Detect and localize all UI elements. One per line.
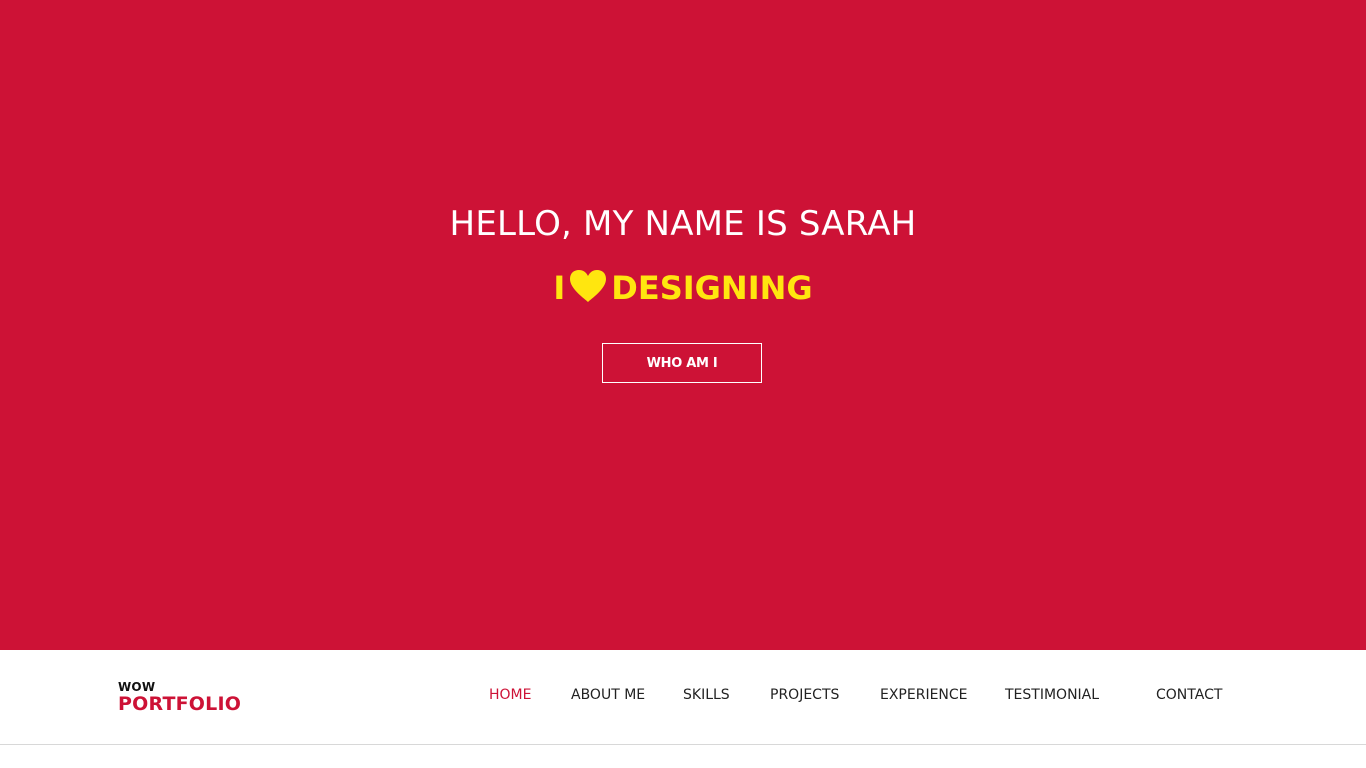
who-am-i-button[interactable]: WHO AM I [602, 343, 762, 383]
nav-item-experience[interactable]: EXPERIENCE [880, 687, 968, 703]
heart-icon [569, 269, 607, 303]
hero-greeting: HELLO, MY NAME IS SARAH [449, 204, 917, 244]
nav-item-home[interactable]: HOME [489, 687, 531, 703]
tagline-suffix: DESIGNING [611, 269, 813, 307]
nav-item-contact[interactable]: CONTACT [1156, 687, 1222, 703]
logo-big-text: PORTFOLIO [118, 693, 242, 715]
nav-item-projects[interactable]: PROJECTS [770, 687, 839, 703]
site-logo[interactable]: WOW PORTFOLIO [118, 681, 241, 714]
tagline-prefix: I [553, 269, 566, 307]
hero-section: HELLO, MY NAME IS SARAH I DESIGNING WHO A… [0, 0, 1366, 650]
main-navbar: WOW PORTFOLIO HOME ABOUT ME SKILLS PROJE… [0, 650, 1366, 745]
nav-item-about-me[interactable]: ABOUT ME [571, 687, 645, 703]
nav-item-skills[interactable]: SKILLS [683, 687, 730, 703]
logo-small-text: WOW [118, 680, 156, 694]
hero-tagline: I DESIGNING [0, 266, 1366, 310]
nav-item-testimonial[interactable]: TESTIMONIAL [1005, 687, 1099, 703]
